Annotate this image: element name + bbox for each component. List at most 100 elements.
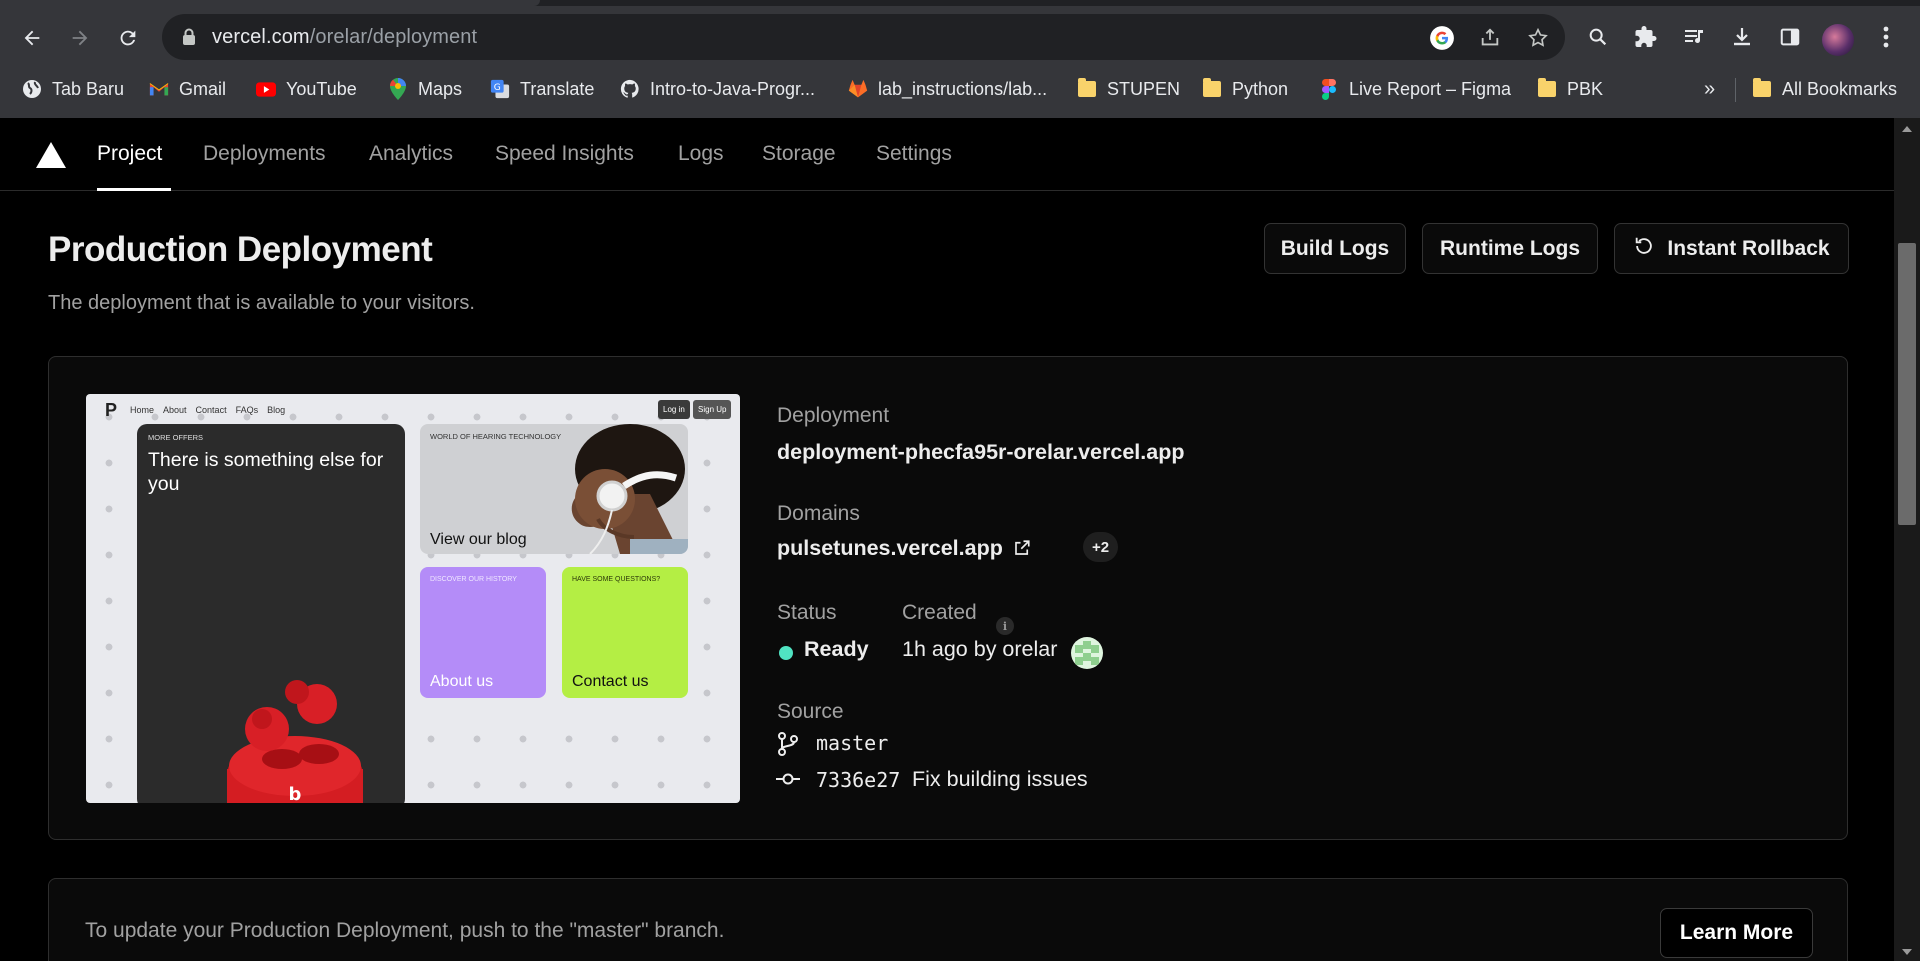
preview-blog-label: View our blog [430,531,527,548]
tab-logs[interactable]: Logs [678,142,724,166]
tab-project[interactable]: Project [97,142,162,166]
bookmark-folder-python[interactable]: Python [1202,74,1288,104]
tab-settings[interactable]: Settings [876,142,952,166]
learn-more-button[interactable]: Learn More [1660,908,1813,958]
preview-nav-item: About [163,405,187,415]
created-label: Created [902,601,977,624]
folder-icon [1752,78,1772,99]
folder-icon [1202,78,1222,99]
more-domains-badge[interactable]: +2 [1083,532,1119,562]
svg-text:b: b [289,784,302,803]
source-label: Source [777,700,844,723]
profile-avatar[interactable] [1822,24,1854,56]
gmail-icon [149,79,169,99]
bookmark-maps[interactable]: Maps [388,74,462,104]
preview-blog-tag: WORLD OF HEARING TECHNOLOGY [430,432,562,441]
all-bookmarks-label: All Bookmarks [1782,78,1898,99]
extensions-icon[interactable] [1629,20,1663,54]
preview-nav-item: FAQs [235,405,259,415]
url-text[interactable]: vercel.com/orelar/deployment [212,26,477,49]
bookmark-tab-baru[interactable]: Tab Baru [22,74,124,104]
external-link-icon [1013,538,1031,563]
gitlab-icon [848,79,868,99]
scroll-up-arrow-icon[interactable] [1902,126,1912,132]
info-icon[interactable]: i [996,617,1014,635]
tab-analytics[interactable]: Analytics [369,142,453,166]
preview-nav-item: Blog [267,405,286,415]
domain-text: pulsetunes.vercel.app [777,536,1003,560]
bookmark-label: Intro-to-Java-Progr... [650,78,816,99]
bookmark-folder-stupen[interactable]: STUPEN [1077,74,1180,104]
user-avatar[interactable] [1071,637,1103,669]
reload-icon[interactable] [110,20,146,56]
bookmark-intro-to-java[interactable]: Intro-to-Java-Progr... [620,74,815,104]
preview-nav-item: Contact [195,405,227,415]
google-lens-icon[interactable] [1428,24,1456,52]
tab-storage[interactable]: Storage [762,142,836,166]
forward-icon[interactable] [62,20,98,56]
bookmark-label: Translate [520,78,595,99]
project-nav: Project Deployments Analytics Speed Insi… [0,118,1894,191]
youtube-icon [256,79,276,99]
preview-nav: Home About Contact FAQs Blog [130,405,285,415]
browser-toolbar: vercel.com/orelar/deployment [0,6,1920,66]
all-bookmarks-button[interactable]: All Bookmarks [1752,74,1897,104]
download-icon[interactable] [1725,20,1759,54]
bookmark-translate[interactable]: G Translate [490,74,594,104]
bookmark-label: YouTube [286,78,357,99]
status-ready-dot [779,646,793,660]
bookmark-lab-instructions[interactable]: lab_instructions/lab... [848,74,1047,104]
scrollbar-thumb[interactable] [1898,243,1916,525]
scroll-down-arrow-icon[interactable] [1902,949,1912,955]
bookmark-label: Gmail [179,78,227,99]
branch-link[interactable]: master [816,731,888,755]
instant-rollback-button[interactable]: Instant Rollback [1614,223,1849,274]
earbuds-image: b [227,680,363,803]
bookmark-label: Live Report – Figma [1349,78,1512,99]
lock-icon[interactable] [182,28,196,51]
commit-hash-link[interactable]: 7336e27 [816,768,900,792]
git-commit-icon [775,769,801,794]
bookmark-label: Python [1232,78,1289,99]
folder-icon [1077,78,1097,99]
update-info-text: To update your Production Deployment, pu… [85,919,725,942]
tab-speed-insights[interactable]: Speed Insights [495,142,634,166]
media-control-icon[interactable] [1677,20,1711,54]
bookmark-live-report-figma[interactable]: Live Report – Figma [1319,74,1511,104]
deployment-url-link[interactable]: deployment-phecfa95r-orelar.vercel.app [777,440,1184,465]
production-deployment-card: P Home About Contact FAQs Blog Log in Si… [48,356,1848,840]
back-icon[interactable] [14,20,50,56]
globe-icon [22,79,42,99]
preview-about-tag: DISCOVER OUR HISTORY [430,576,517,583]
tab-deployments[interactable]: Deployments [203,142,326,166]
deployment-preview-screenshot[interactable]: P Home About Contact FAQs Blog Log in Si… [86,394,740,803]
preview-contact-label: Contact us [572,673,649,690]
preview-logo: P [105,400,118,420]
preview-offers-card: MORE OFFERS There is something else for … [137,424,405,803]
domains-label: Domains [777,502,860,525]
bookmark-gmail[interactable]: Gmail [149,74,226,104]
preview-nav-item: Home [130,405,155,415]
address-bar[interactable]: vercel.com/orelar/deployment [162,14,1565,60]
runtime-logs-button[interactable]: Runtime Logs [1422,223,1598,274]
bookmark-star-icon[interactable] [1524,24,1552,52]
bookmark-folder-pbk[interactable]: PBK [1537,74,1603,104]
commit-message[interactable]: Fix building issues [912,767,1088,792]
preview-offers-tag: MORE OFFERS [148,433,204,442]
menu-kebab-icon[interactable] [1869,20,1903,54]
search-tabs-icon[interactable] [1581,20,1615,54]
url-path: /orelar/deployment [309,26,478,48]
deployment-label: Deployment [777,404,890,427]
side-panel-icon[interactable] [1773,20,1807,54]
domain-link[interactable]: pulsetunes.vercel.app [777,536,1031,563]
vercel-logo-icon[interactable] [36,142,66,168]
preview-contact-tag: HAVE SOME QUESTIONS? [572,576,661,583]
git-branch-icon [777,732,799,761]
bookmarks-overflow-button[interactable]: » [1704,74,1715,104]
bookmark-youtube[interactable]: YouTube [256,74,357,104]
browser-chrome: vercel.com/orelar/deployment Tab Baru Gm… [0,0,1920,118]
github-icon [620,79,640,99]
build-logs-button[interactable]: Build Logs [1264,223,1406,274]
page-scrollbar[interactable] [1894,118,1920,961]
share-icon[interactable] [1476,24,1504,52]
